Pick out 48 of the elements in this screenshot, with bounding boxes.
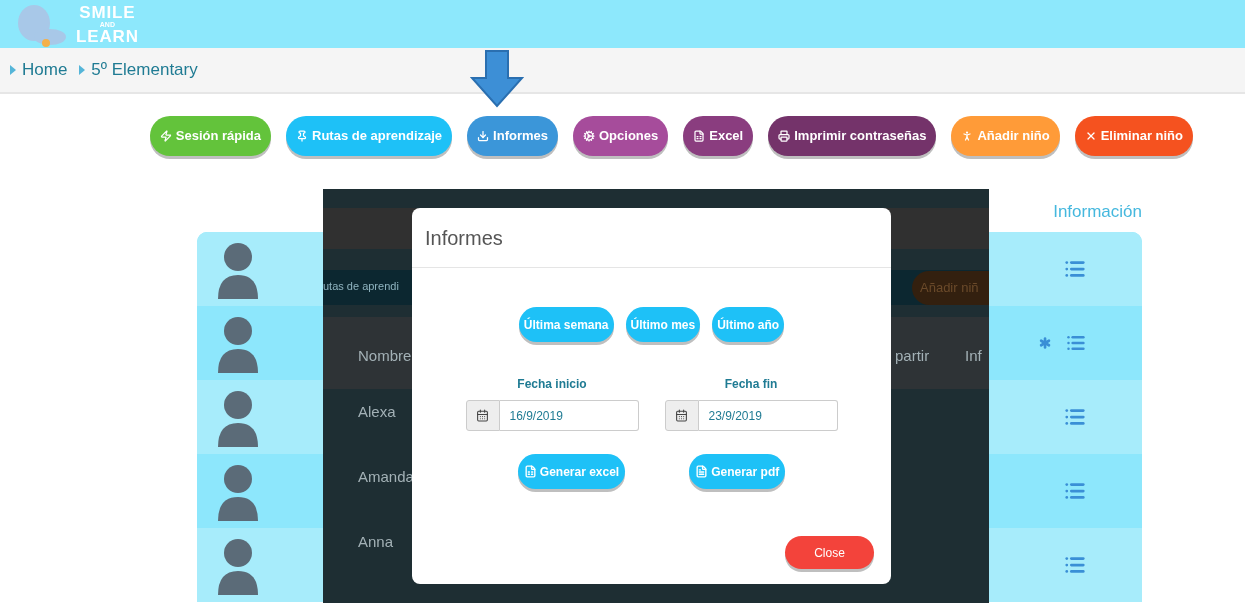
calendar-addon[interactable] xyxy=(664,400,699,431)
toolbar-button[interactable]: Opciones xyxy=(573,116,669,156)
date-field[interactable]: 23/9/2019 xyxy=(698,400,838,431)
spreadsheet-icon xyxy=(523,465,537,478)
toolbar-button[interactable]: Sesión rápida xyxy=(149,116,272,156)
column-header: Información xyxy=(1053,201,1142,224)
spreadsheet-icon xyxy=(693,130,706,142)
student-name: Anna xyxy=(358,532,394,552)
calendar-icon xyxy=(675,409,688,422)
list-icon[interactable] xyxy=(1064,480,1086,502)
student-name: Amanda xyxy=(358,467,414,487)
student-name: Alexa xyxy=(358,402,396,422)
column-header: partir xyxy=(895,346,930,366)
triangle-icon xyxy=(79,65,86,75)
range-button[interactable]: Último año xyxy=(712,307,785,342)
date-field[interactable]: 16/9/2019 xyxy=(499,400,639,431)
toolbar-button[interactable]: Imprimir contraseñas xyxy=(768,116,937,156)
field-label: Fecha fin xyxy=(724,376,778,393)
range-button[interactable]: Última semana xyxy=(518,307,614,342)
breadcrumb-link[interactable]: Home xyxy=(22,57,68,83)
toolbar-button[interactable]: Informes xyxy=(467,116,558,156)
down-arrow-icon xyxy=(470,50,524,108)
generate-button[interactable]: Generar pdf xyxy=(689,454,786,489)
printer-icon xyxy=(778,130,791,142)
tab-label: utas de aprendi xyxy=(323,279,399,294)
toolbar-button[interactable]: Rutas de aprendizaje xyxy=(286,116,453,156)
toolbar-button[interactable]: Eliminar niño xyxy=(1074,116,1193,156)
pin-icon xyxy=(296,130,309,142)
toolbar-button[interactable]: Añadir niño xyxy=(951,116,1060,156)
breadcrumb-link[interactable]: 5º Elementary xyxy=(91,57,198,83)
field-label: Fecha inicio xyxy=(517,376,587,393)
column-header: Nombre xyxy=(358,346,412,366)
dialog-title: Informes xyxy=(425,225,503,251)
toolbar-button[interactable]: Excel xyxy=(683,116,754,156)
list-icon[interactable] xyxy=(1064,554,1086,576)
range-button[interactable]: Último mes xyxy=(625,307,701,342)
lightning-icon xyxy=(159,130,172,142)
download-icon xyxy=(477,130,490,142)
gears-icon xyxy=(583,130,595,142)
close-button[interactable]: Close xyxy=(785,536,874,569)
triangle-icon xyxy=(10,65,16,75)
document-icon xyxy=(695,465,709,478)
column-header: Inf xyxy=(965,346,982,366)
list-icon[interactable] xyxy=(1064,406,1086,428)
calendar-icon xyxy=(476,409,489,422)
list-icon[interactable] xyxy=(1064,258,1086,280)
generate-button[interactable]: Generar excel xyxy=(517,454,626,489)
calendar-addon[interactable] xyxy=(465,400,500,431)
